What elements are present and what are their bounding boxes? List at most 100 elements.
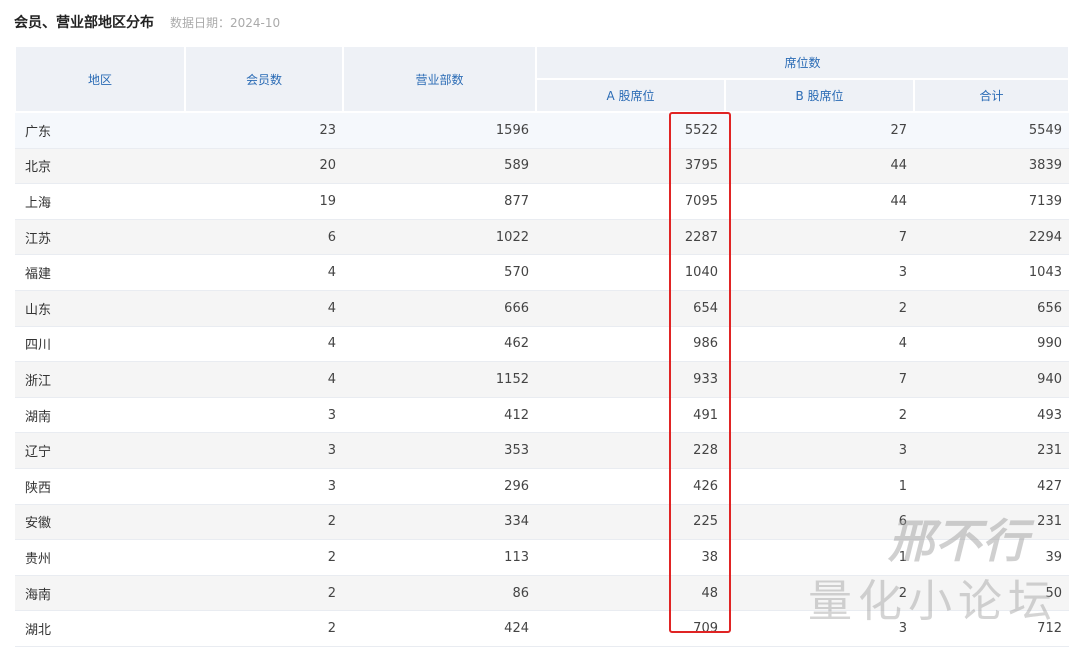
cell-region: 贵州 xyxy=(15,539,185,576)
cell-b-seats: 4 xyxy=(725,326,914,363)
table-row[interactable]: 陕西 3 296 426 1 427 xyxy=(15,468,1069,505)
cell-a-seats: 5522 xyxy=(536,112,725,149)
cell-members: 3 xyxy=(185,397,343,434)
cell-b-seats: 3 xyxy=(725,432,914,469)
cell-b-seats: 27 xyxy=(725,112,914,149)
cell-total: 231 xyxy=(914,504,1069,541)
cell-members: 23 xyxy=(185,112,343,149)
cell-branches: 666 xyxy=(343,290,536,327)
cell-region: 上海 xyxy=(15,183,185,220)
cell-branches: 462 xyxy=(343,326,536,363)
cell-branches: 412 xyxy=(343,397,536,434)
table-row[interactable]: 湖北 2 424 709 3 712 xyxy=(15,610,1069,647)
table-row[interactable]: 广东 23 1596 5522 27 5549 xyxy=(15,112,1069,149)
cell-members: 2 xyxy=(185,504,343,541)
cell-branches: 424 xyxy=(343,610,536,647)
cell-a-seats: 3795 xyxy=(536,148,725,185)
cell-region: 江苏 xyxy=(15,219,185,256)
cell-a-seats: 426 xyxy=(536,468,725,505)
cell-a-seats: 933 xyxy=(536,361,725,398)
cell-members: 4 xyxy=(185,290,343,327)
column-header-a-seats[interactable]: A 股席位 xyxy=(535,78,726,113)
cell-region: 湖北 xyxy=(15,610,185,647)
cell-total: 493 xyxy=(914,397,1069,434)
cell-b-seats: 44 xyxy=(725,148,914,185)
table-row[interactable]: 安徽 2 334 225 6 231 xyxy=(15,504,1069,541)
cell-branches: 1596 xyxy=(343,112,536,149)
cell-members: 4 xyxy=(185,326,343,363)
table-row[interactable]: 海南 2 86 48 2 50 xyxy=(15,575,1069,612)
cell-region: 海南 xyxy=(15,575,185,612)
cell-members: 4 xyxy=(185,254,343,291)
cell-b-seats: 2 xyxy=(725,575,914,612)
table-row[interactable]: 辽宁 3 353 228 3 231 xyxy=(15,432,1069,469)
cell-total: 990 xyxy=(914,326,1069,363)
cell-b-seats: 6 xyxy=(725,504,914,541)
table-row[interactable]: 上海 19 877 7095 44 7139 xyxy=(15,183,1069,220)
cell-branches: 113 xyxy=(343,539,536,576)
cell-total: 7139 xyxy=(914,183,1069,220)
cell-region: 福建 xyxy=(15,254,185,291)
cell-branches: 353 xyxy=(343,432,536,469)
cell-b-seats: 1 xyxy=(725,539,914,576)
cell-total: 39 xyxy=(914,539,1069,576)
table-row[interactable]: 贵州 2 113 38 1 39 xyxy=(15,539,1069,576)
cell-total: 940 xyxy=(914,361,1069,398)
cell-a-seats: 2287 xyxy=(536,219,725,256)
cell-members: 19 xyxy=(185,183,343,220)
cell-total: 5549 xyxy=(914,112,1069,149)
cell-total: 1043 xyxy=(914,254,1069,291)
cell-members: 2 xyxy=(185,610,343,647)
cell-b-seats: 7 xyxy=(725,219,914,256)
table-row[interactable]: 浙江 4 1152 933 7 940 xyxy=(15,361,1069,398)
cell-a-seats: 491 xyxy=(536,397,725,434)
table-row[interactable]: 山东 4 666 654 2 656 xyxy=(15,290,1069,327)
table-body: 广东 23 1596 5522 27 5549 北京 20 589 3795 44 3839 上海 19 8… xyxy=(15,112,1069,647)
cell-total: 2294 xyxy=(914,219,1069,256)
table-row[interactable]: 北京 20 589 3795 44 3839 xyxy=(15,148,1069,185)
cell-total: 427 xyxy=(914,468,1069,505)
cell-branches: 570 xyxy=(343,254,536,291)
cell-b-seats: 1 xyxy=(725,468,914,505)
cell-branches: 86 xyxy=(343,575,536,612)
column-header-members[interactable]: 会员数 xyxy=(184,45,344,113)
cell-a-seats: 654 xyxy=(536,290,725,327)
cell-region: 广东 xyxy=(15,112,185,149)
cell-a-seats: 48 xyxy=(536,575,725,612)
cell-branches: 1152 xyxy=(343,361,536,398)
column-header-b-seats[interactable]: B 股席位 xyxy=(724,78,915,113)
cell-total: 656 xyxy=(914,290,1069,327)
cell-total: 231 xyxy=(914,432,1069,469)
column-header-region[interactable]: 地区 xyxy=(14,45,186,113)
table-row[interactable]: 江苏 6 1022 2287 7 2294 xyxy=(15,219,1069,256)
cell-region: 辽宁 xyxy=(15,432,185,469)
cell-a-seats: 709 xyxy=(536,610,725,647)
table-row[interactable]: 湖南 3 412 491 2 493 xyxy=(15,397,1069,434)
cell-region: 山东 xyxy=(15,290,185,327)
cell-a-seats: 1040 xyxy=(536,254,725,291)
data-date-label: 数据日期：2024-10 xyxy=(170,16,281,30)
cell-members: 6 xyxy=(185,219,343,256)
cell-region: 浙江 xyxy=(15,361,185,398)
cell-branches: 589 xyxy=(343,148,536,185)
table-row[interactable]: 福建 4 570 1040 3 1043 xyxy=(15,254,1069,291)
cell-total: 712 xyxy=(914,610,1069,647)
cell-b-seats: 2 xyxy=(725,397,914,434)
cell-a-seats: 38 xyxy=(536,539,725,576)
table-row[interactable]: 四川 4 462 986 4 990 xyxy=(15,326,1069,363)
cell-b-seats: 2 xyxy=(725,290,914,327)
cell-branches: 1022 xyxy=(343,219,536,256)
column-header-total[interactable]: 合计 xyxy=(913,78,1070,113)
cell-b-seats: 3 xyxy=(725,254,914,291)
cell-b-seats: 3 xyxy=(725,610,914,647)
page-title: 会员、营业部地区分布 xyxy=(14,15,154,31)
cell-b-seats: 7 xyxy=(725,361,914,398)
cell-members: 3 xyxy=(185,432,343,469)
cell-members: 2 xyxy=(185,539,343,576)
cell-total: 50 xyxy=(914,575,1069,612)
column-header-branches[interactable]: 营业部数 xyxy=(342,45,537,113)
cell-region: 四川 xyxy=(15,326,185,363)
cell-members: 3 xyxy=(185,468,343,505)
cell-a-seats: 7095 xyxy=(536,183,725,220)
title-bar: 会员、营业部地区分布 数据日期：2024-10 xyxy=(14,12,280,36)
